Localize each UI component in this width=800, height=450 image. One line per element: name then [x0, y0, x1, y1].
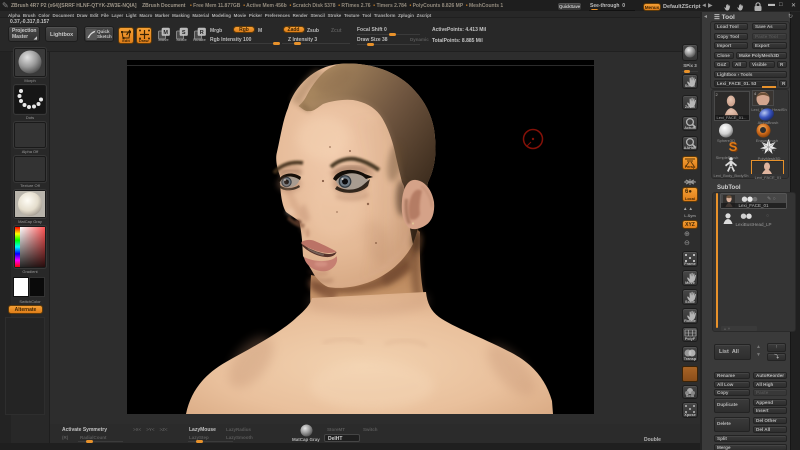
- svg-text:S: S: [182, 30, 186, 36]
- svg-text:R: R: [200, 30, 204, 36]
- svg-text:M: M: [163, 30, 168, 36]
